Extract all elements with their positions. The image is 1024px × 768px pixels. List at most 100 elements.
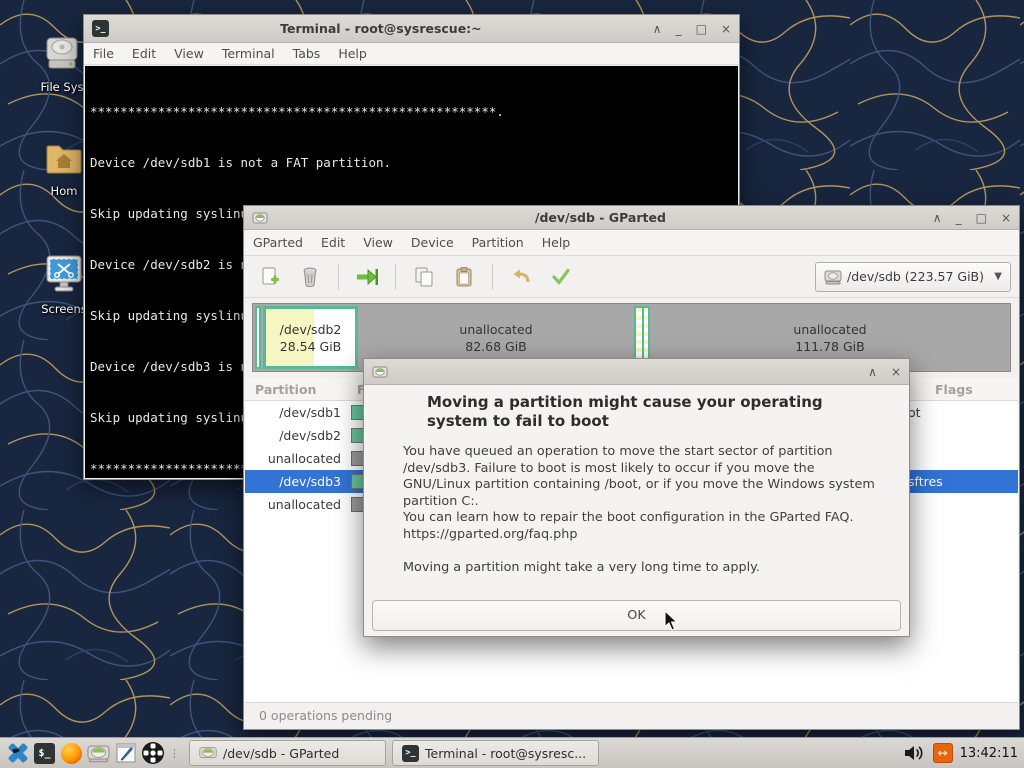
apply-checkmark-icon <box>552 268 570 285</box>
column-flags[interactable]: Flags <box>935 382 973 397</box>
terminal-menubar: File Edit View Terminal Tabs Help <box>84 43 739 65</box>
terminal-line: Device /dev/sdb1 is not a FAT partition. <box>90 155 392 170</box>
menu-gparted[interactable]: GParted <box>244 231 312 254</box>
gparted-window-icon <box>372 366 388 377</box>
close-button[interactable]: × <box>891 366 901 378</box>
desktop: File Sys Hom Screens >_ Terminal - root@… <box>0 0 1024 768</box>
shade-button[interactable]: ∧ <box>933 212 942 224</box>
partition-bar-sdb2[interactable]: /dev/sdb2 28.54 GiB <box>263 306 358 369</box>
taskbar-button-terminal[interactable]: >_ Terminal - root@sysresc... <box>392 740 599 766</box>
menu-device[interactable]: Device <box>402 231 463 254</box>
delete-partition-button[interactable] <box>292 261 328 293</box>
panel-separator-handle[interactable]: ⋮ <box>169 748 180 759</box>
launcher-gparted[interactable] <box>85 740 112 767</box>
harddrive-icon <box>824 270 842 284</box>
screenshot-icon <box>46 255 82 292</box>
terminal-window-title: Terminal - root@sysrescue:~ <box>280 21 482 36</box>
home-folder-icon <box>46 145 82 174</box>
undo-icon <box>513 269 530 282</box>
dialog-paragraph: You have queued an operation to move the… <box>403 444 875 509</box>
new-partition-icon <box>262 267 279 284</box>
clock[interactable]: 13:42:11 <box>960 746 1018 761</box>
move-partition-warning-dialog: ∧ × Moving a partition might cause your … <box>363 358 910 637</box>
mouse-cursor <box>664 610 679 631</box>
gparted-titlebar[interactable]: /dev/sdb - GParted ∧ _ □ × <box>244 206 1019 230</box>
toolbar-separator <box>492 263 493 290</box>
gparted-statusbar: 0 operations pending <box>245 702 1018 728</box>
minimize-button[interactable]: _ <box>676 23 682 35</box>
menu-file[interactable]: File <box>84 42 123 65</box>
close-button[interactable]: × <box>721 23 731 35</box>
volume-icon[interactable] <box>904 744 926 762</box>
apply-button[interactable] <box>543 261 579 293</box>
paste-icon <box>456 266 472 286</box>
shade-button[interactable]: ∧ <box>653 23 662 35</box>
harddrive-icon <box>46 37 78 69</box>
menu-terminal[interactable]: Terminal <box>213 42 284 65</box>
gparted-icon <box>87 745 110 763</box>
text-editor-icon <box>116 743 135 763</box>
copy-button[interactable] <box>406 261 442 293</box>
dialog-heading: Moving a partition might cause your oper… <box>427 393 823 430</box>
toolbar-separator <box>338 263 339 290</box>
copy-icon <box>415 267 433 286</box>
menu-edit[interactable]: Edit <box>123 42 165 65</box>
gparted-toolbar: /dev/sdb (223.57 GiB) ▼ <box>244 256 1019 298</box>
terminal-window-icon: >_ <box>92 20 109 37</box>
operations-pending-text: 0 operations pending <box>259 708 393 723</box>
taskbar-button-gparted[interactable]: /dev/sdb - GParted <box>189 740 386 766</box>
gparted-menubar: GParted Edit View Device Partition Help <box>244 230 1019 256</box>
gparted-window-title: /dev/sdb - GParted <box>534 210 666 225</box>
resize-move-icon <box>357 268 378 285</box>
undo-button[interactable] <box>503 261 539 293</box>
paste-button[interactable] <box>446 261 482 293</box>
ok-button[interactable]: OK <box>372 600 901 631</box>
dialog-paragraph: You can learn how to repair the boot con… <box>403 510 854 525</box>
terminal-icon: $_ <box>34 742 55 764</box>
dialog-body: You have queued an operation to move the… <box>403 444 881 577</box>
dialog-link-text: https://gparted.org/faq.php <box>403 526 578 542</box>
partition-bar-label: /dev/sdb2 <box>279 321 342 337</box>
device-selector-value: /dev/sdb (223.57 GiB) <box>847 269 984 284</box>
terminal-titlebar[interactable]: >_ Terminal - root@sysrescue:~ ∧ _ □ × <box>84 15 739 43</box>
resize-move-button[interactable] <box>349 261 385 293</box>
dialog-titlebar[interactable]: ∧ × <box>364 359 909 385</box>
launcher-wheel[interactable] <box>139 740 166 767</box>
close-button[interactable]: × <box>1001 212 1011 224</box>
wheel-icon <box>141 742 164 764</box>
dialog-paragraph: Moving a partition might take a very lon… <box>403 560 760 575</box>
launcher-sysrescue[interactable] <box>4 740 31 767</box>
partition-bar-size: 28.54 GiB <box>279 338 342 354</box>
menu-help[interactable]: Help <box>329 42 376 65</box>
menu-partition[interactable]: Partition <box>463 231 533 254</box>
launcher-firefox[interactable] <box>58 740 85 767</box>
menu-view[interactable]: View <box>165 42 213 65</box>
maximize-button[interactable]: □ <box>976 212 987 224</box>
taskbar: $_ ⋮ /dev/sdb - GParted >_ Terminal - ro… <box>0 737 1024 768</box>
menu-tabs[interactable]: Tabs <box>284 42 330 65</box>
gparted-window-icon <box>252 212 268 223</box>
terminal-icon: >_ <box>402 744 419 762</box>
shade-button[interactable]: ∧ <box>868 366 877 378</box>
gparted-icon <box>199 747 217 759</box>
menu-help[interactable]: Help <box>533 231 580 254</box>
menu-edit[interactable]: Edit <box>312 231 354 254</box>
column-partition[interactable]: Partition <box>255 382 316 397</box>
sysrescue-x-icon <box>8 743 27 763</box>
firefox-icon <box>61 742 82 764</box>
new-partition-button[interactable] <box>252 261 288 293</box>
launcher-editor[interactable] <box>112 740 139 767</box>
network-tray-icon[interactable]: ↔ <box>932 743 953 763</box>
toolbar-separator <box>395 263 396 290</box>
terminal-line: ****************************************… <box>90 104 504 119</box>
chevron-down-icon: ▼ <box>994 271 1002 282</box>
system-tray: ↔ 13:42:11 <box>904 743 1020 763</box>
launcher-terminal[interactable]: $_ <box>31 740 58 767</box>
device-selector[interactable]: /dev/sdb (223.57 GiB) ▼ <box>815 261 1011 292</box>
maximize-button[interactable]: □ <box>696 23 707 35</box>
menu-view[interactable]: View <box>354 231 402 254</box>
minimize-button[interactable]: _ <box>956 212 962 224</box>
partition-bar-sdb1[interactable] <box>255 306 261 369</box>
trash-icon <box>303 267 317 287</box>
